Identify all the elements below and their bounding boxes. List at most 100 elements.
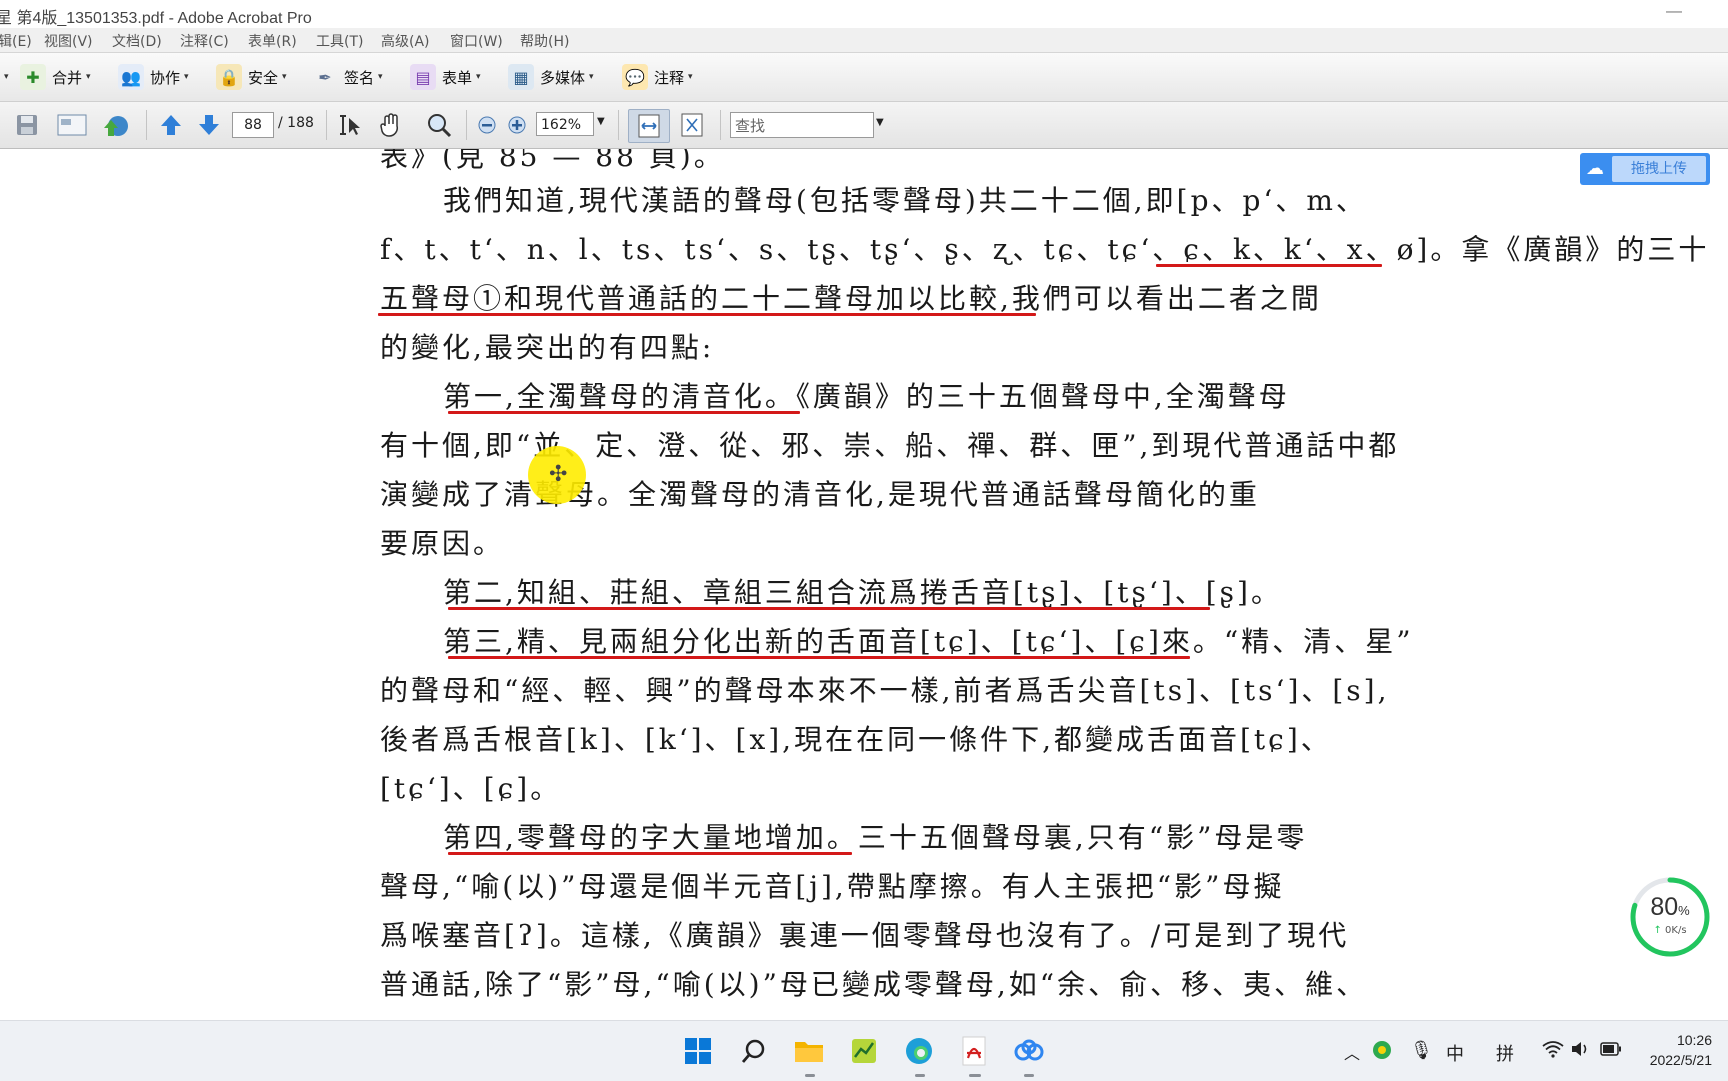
ime-language[interactable]: 中 bbox=[1446, 1040, 1464, 1066]
arrow-up-icon: ↑ bbox=[1653, 925, 1662, 936]
chevron-down-icon: ▾ bbox=[86, 72, 91, 82]
collaborate-icon: 👥 bbox=[118, 64, 144, 90]
document-viewport[interactable]: 表》(見 85 — 88 頁)。 我們知道,現代漢語的聲母(包括零聲母)共二十二… bbox=[0, 149, 1728, 1020]
multimedia-button[interactable]: ▦ 多媒体 ▾ bbox=[508, 61, 594, 93]
doc-line: 演變成了清聲母。全濁聲母的清音化,是現代普通話聲母簡化的重 bbox=[380, 478, 1260, 511]
acrobat-icon[interactable] bbox=[956, 1033, 992, 1069]
navigation-toolbar: 88 / 188 162% ▼ 查找 ▼ bbox=[0, 102, 1728, 149]
secure-button[interactable]: 🔒 安全 ▾ bbox=[216, 61, 287, 93]
drag-upload-button[interactable]: ☁ 拖拽上传 bbox=[1580, 153, 1710, 185]
comment-label: 注释 bbox=[654, 68, 685, 87]
windows-start-icon[interactable] bbox=[680, 1033, 716, 1069]
doc-line: 普通話,除了“影”母,“喻(以)”母已變成零聲母,如“余、俞、移、夷、維、 bbox=[380, 968, 1368, 1001]
fit-width-icon[interactable] bbox=[628, 109, 670, 143]
doc-line: 聲母,“喻(以)”母還是個半元音[j],帶點摩擦。有人主張把“影”母擬 bbox=[380, 870, 1285, 903]
chevron-down-icon[interactable]: ▼ bbox=[876, 117, 884, 128]
next-page-icon[interactable] bbox=[194, 111, 224, 139]
menu-view[interactable]: 视图(V) bbox=[44, 31, 93, 51]
menu-help[interactable]: 帮助(H) bbox=[520, 31, 569, 51]
doc-line: 第一,全濁聲母的清音化。《廣韻》的三十五個聲母中,全濁聲母 bbox=[443, 380, 1290, 413]
running-indicator bbox=[915, 1074, 925, 1077]
microphone-icon[interactable]: 🎙 bbox=[1410, 1040, 1433, 1061]
fit-page-icon[interactable] bbox=[676, 111, 708, 139]
security-app-icon[interactable] bbox=[1372, 1040, 1392, 1065]
doc-line: 五聲母①和現代普通話的二十二聲母加以比較,我們可以看出二者之間 bbox=[380, 282, 1322, 315]
wifi-icon[interactable] bbox=[1542, 1040, 1564, 1063]
battery-icon[interactable] bbox=[1600, 1040, 1622, 1061]
volume-icon[interactable] bbox=[1570, 1040, 1590, 1063]
sign-button[interactable]: ✒ 签名 ▾ bbox=[312, 61, 382, 93]
forms-button[interactable]: ▤ 表单 ▾ bbox=[410, 61, 481, 93]
zoom-tool-icon[interactable] bbox=[422, 111, 456, 139]
edge-browser-icon[interactable] bbox=[901, 1033, 937, 1069]
toolbar-overflow[interactable]: ▾ bbox=[0, 61, 9, 93]
zoom-out-icon[interactable] bbox=[474, 111, 500, 139]
running-indicator bbox=[805, 1074, 815, 1077]
comment-button[interactable]: 💬 注释 ▾ bbox=[622, 61, 693, 93]
doc-line: 第三,精、見兩組分化出新的舌面音[tɕ]、[tɕ‘]、[ɕ]來。“精、清、星” bbox=[443, 625, 1414, 658]
underline-annotation[interactable] bbox=[448, 607, 1210, 610]
chevron-down-icon: ▾ bbox=[282, 72, 287, 82]
menu-forms[interactable]: 表单(R) bbox=[248, 31, 297, 51]
search-icon[interactable] bbox=[736, 1033, 772, 1069]
merge-label: 合并 bbox=[52, 68, 83, 87]
menu-comments[interactable]: 注释(C) bbox=[180, 31, 229, 51]
lock-icon: 🔒 bbox=[216, 64, 242, 90]
page-number-input[interactable]: 88 bbox=[232, 112, 274, 138]
multimedia-icon: ▦ bbox=[508, 64, 534, 90]
merge-button[interactable]: ✚ 合并 ▾ bbox=[20, 61, 91, 93]
performance-gauge[interactable]: 80% ↑ 0K/s bbox=[1628, 875, 1712, 959]
separator bbox=[466, 110, 467, 140]
system-clock[interactable]: 10:26 2022/5/21 bbox=[1636, 1030, 1712, 1070]
ime-mode[interactable]: 拼 bbox=[1496, 1040, 1514, 1066]
menu-tools[interactable]: 工具(T) bbox=[316, 31, 363, 51]
cloud-icon: ☁ bbox=[1586, 158, 1604, 179]
previous-page-icon[interactable] bbox=[156, 111, 186, 139]
minimize-button[interactable]: — bbox=[1666, 3, 1682, 21]
menu-window[interactable]: 窗口(W) bbox=[450, 31, 503, 51]
zoom-level-select[interactable]: 162% bbox=[536, 112, 594, 136]
underline-annotation[interactable] bbox=[448, 656, 1190, 659]
chevron-down-icon: ▾ bbox=[688, 72, 693, 82]
chevron-down-icon[interactable]: ▼ bbox=[597, 116, 605, 127]
doc-line: 第四,零聲母的字大量地增加。三十五個聲母裏,只有“影”母是零 bbox=[443, 821, 1308, 854]
underline-annotation[interactable] bbox=[378, 313, 1036, 316]
doc-line: f、t、t‘、n、l、ts、ts‘、s、tʂ、tʂ‘、ʂ、ʐ、tɕ、tɕ‘、ɕ、… bbox=[380, 233, 1710, 266]
chevron-up-icon[interactable]: ︿ bbox=[1344, 1040, 1360, 1064]
separator bbox=[720, 110, 721, 140]
underline-annotation[interactable] bbox=[448, 411, 800, 414]
pen-icon: ✒ bbox=[318, 67, 332, 87]
select-text-icon[interactable] bbox=[334, 111, 364, 139]
collaborate-button[interactable]: 👥 协作 ▾ bbox=[118, 61, 189, 93]
menu-bar: 辑(E) 视图(V) 文档(D) 注释(C) 表单(R) 工具(T) 高级(A)… bbox=[0, 28, 1728, 53]
hand-tool-icon[interactable] bbox=[376, 111, 406, 139]
upload-label: 拖拽上传 bbox=[1612, 156, 1706, 182]
title-bar: 星 第4版_13501353.pdf - Adobe Acrobat Pro — bbox=[0, 0, 1728, 28]
underline-annotation[interactable] bbox=[448, 852, 852, 855]
forms-label: 表单 bbox=[442, 68, 473, 87]
separator bbox=[146, 110, 147, 140]
crosshair-cursor-icon: ✣ bbox=[549, 462, 568, 487]
stock-app-icon[interactable] bbox=[846, 1033, 882, 1069]
find-input[interactable]: 查找 bbox=[730, 112, 874, 138]
running-indicator bbox=[969, 1074, 981, 1077]
upload-share-icon[interactable] bbox=[98, 111, 134, 139]
chevron-down-icon: ▾ bbox=[4, 72, 9, 82]
baidu-netdisk-icon[interactable] bbox=[1011, 1033, 1047, 1069]
page-total: / 188 bbox=[278, 115, 314, 131]
chevron-down-icon: ▾ bbox=[589, 72, 594, 82]
email-icon[interactable] bbox=[54, 111, 90, 139]
doc-line: 第二,知組、莊組、章組三組合流爲捲舌音[tʂ]、[tʂ‘]、[ʂ]。 bbox=[443, 576, 1282, 609]
form-icon: ▤ bbox=[410, 64, 436, 90]
underline-annotation[interactable] bbox=[1156, 264, 1382, 267]
sign-label: 签名 bbox=[344, 68, 375, 87]
save-icon[interactable] bbox=[12, 111, 42, 139]
menu-advanced[interactable]: 高级(A) bbox=[381, 31, 430, 51]
zoom-in-icon[interactable] bbox=[504, 111, 530, 139]
menu-document[interactable]: 文档(D) bbox=[112, 31, 162, 51]
running-indicator bbox=[1024, 1074, 1034, 1077]
file-explorer-icon[interactable] bbox=[791, 1033, 827, 1069]
separator bbox=[618, 110, 619, 140]
menu-edit[interactable]: 辑(E) bbox=[0, 31, 32, 51]
doc-line: 爲喉塞音[ʔ]。這樣,《廣韻》裏連一個零聲母也沒有了。/可是到了現代 bbox=[380, 919, 1350, 952]
